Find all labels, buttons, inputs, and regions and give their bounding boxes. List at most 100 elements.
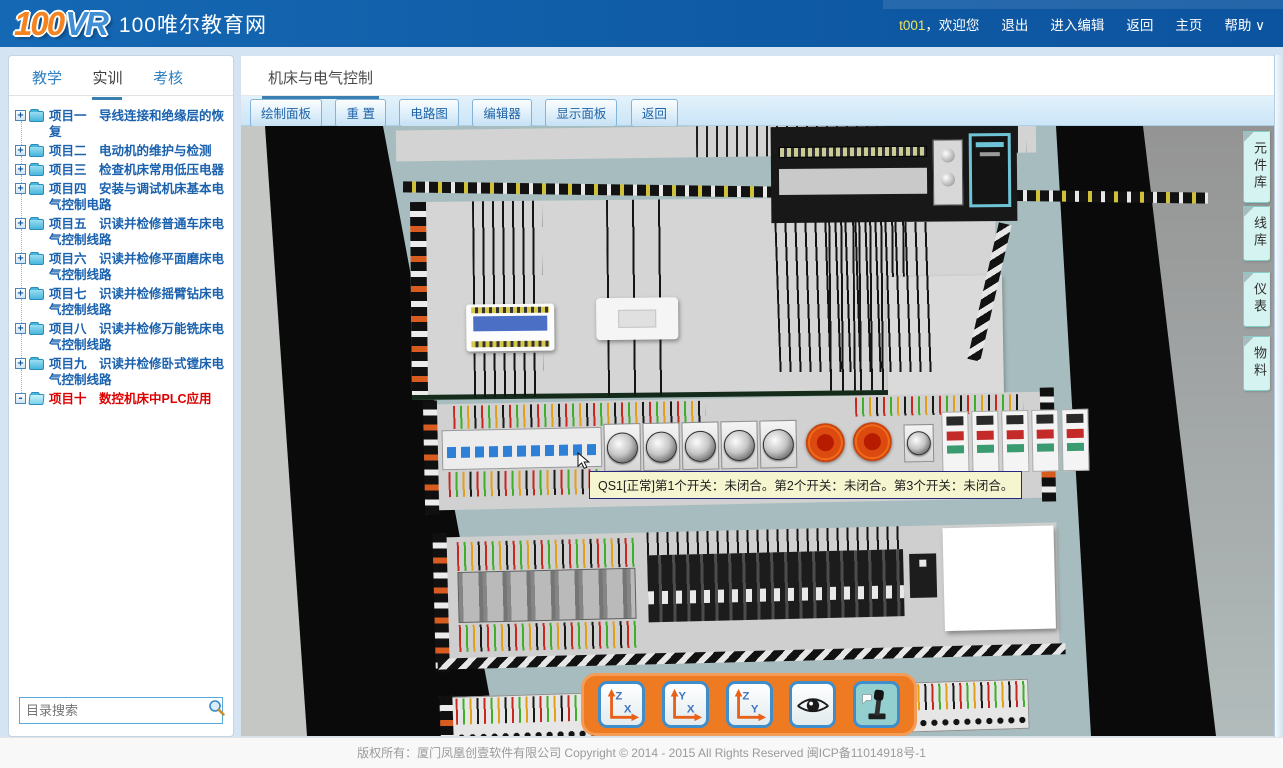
expand-icon[interactable]: + [15, 288, 26, 299]
3d-viewport[interactable]: QS1[正常]第1个开关：未闭合。第2个开关：未闭合。第3个开关：未闭合。 [241, 126, 1282, 736]
control-knob[interactable] [642, 422, 680, 471]
expand-icon[interactable]: + [15, 218, 26, 229]
expand-icon[interactable]: + [15, 358, 26, 369]
view-eye-button[interactable] [789, 681, 836, 728]
side-tab-wire-library[interactable]: 线库 [1243, 206, 1270, 261]
scrollbar[interactable] [1274, 55, 1283, 737]
sidebar-panel: 教学 实训 考核 +项目一 导线连接和绝缘层的恢复 +项目二 电动机的维护与检测… [8, 55, 234, 737]
control-knob[interactable] [681, 421, 719, 470]
reset-button[interactable]: 重 置 [335, 99, 385, 127]
tree-item-project-2[interactable]: +项目二 电动机的维护与检测 [15, 143, 229, 159]
nav-enter-edit[interactable]: 进入编辑 [1050, 14, 1104, 34]
plc-module[interactable] [771, 126, 1018, 223]
show-panel-button[interactable]: 显示面板 [545, 99, 617, 127]
back-button[interactable]: 返回 [631, 99, 678, 127]
top-navigation: t001，欢迎您 退出 进入编辑 返回 主页 帮助 ∨ [899, 0, 1265, 47]
axis-yx-icon: Y X [666, 686, 704, 724]
tree-item-project-5[interactable]: +项目五 识读并检修普通车床电气控制线路 [15, 216, 229, 248]
expand-icon[interactable]: + [15, 110, 26, 121]
svg-text:Y: Y [751, 703, 759, 715]
open-folder-icon [28, 394, 44, 405]
view-tool-button[interactable] [853, 681, 900, 728]
relay-bank-gray[interactable] [457, 568, 636, 623]
editor-button[interactable]: 编辑器 [472, 99, 532, 127]
content-toolbar: 绘制面板 重 置 电路图 编辑器 显示面板 返回 [241, 96, 1282, 126]
search-input[interactable] [20, 703, 208, 718]
svg-text:X: X [687, 703, 695, 715]
search-icon[interactable] [208, 699, 230, 722]
view-axis-yx-button[interactable]: Y X [662, 681, 709, 728]
view-toolbar: Z X Y X Z Y [581, 673, 917, 736]
eye-icon [794, 686, 832, 724]
expand-icon[interactable]: + [15, 323, 26, 334]
tree-item-project-4[interactable]: +项目四 安装与调试机床基本电气控制电路 [15, 181, 229, 213]
content-tab-title[interactable]: 机床与电气控制 [262, 56, 379, 99]
relay-bank-dark[interactable] [647, 549, 905, 622]
control-knob[interactable] [720, 421, 758, 470]
header-bar: 100VR 100唯尔教育网 t001，欢迎您 退出 进入编辑 返回 主页 帮助… [0, 0, 1283, 47]
electrical-panel-relays [435, 522, 1060, 663]
plc-power-supply [933, 139, 964, 205]
welcome-text: ，欢迎您 [925, 18, 979, 33]
mouse-cursor [575, 452, 593, 475]
contactor-component[interactable] [596, 297, 678, 340]
emergency-stop-button[interactable] [852, 422, 892, 462]
nav-help[interactable]: 帮助 ∨ [1224, 14, 1265, 34]
folder-icon [29, 165, 44, 176]
tree-item-project-3[interactable]: +项目三 检查机床常用低压电器 [15, 162, 229, 178]
side-tab-materials[interactable]: 物料 [1243, 336, 1270, 391]
control-knob[interactable] [603, 423, 641, 472]
folder-icon [29, 289, 44, 300]
tab-assessment[interactable]: 考核 [153, 67, 183, 97]
tree-item-project-1[interactable]: +项目一 导线连接和绝缘层的恢复 [15, 108, 229, 140]
plc-drive-unit [969, 133, 1012, 207]
expand-icon[interactable]: + [15, 145, 26, 156]
catalog-search-box [19, 697, 223, 724]
svg-text:Y: Y [679, 690, 687, 702]
relay-module[interactable] [1031, 409, 1059, 472]
hazard-edge-left [410, 202, 428, 395]
side-tab-component-library[interactable]: 元件库 [1243, 131, 1270, 203]
view-axis-zx-button[interactable]: Z X [598, 681, 645, 728]
expand-icon[interactable]: + [15, 183, 26, 194]
nav-logout[interactable]: 退出 [1001, 14, 1028, 34]
relay-module[interactable] [1001, 410, 1029, 473]
draw-panel-button[interactable]: 绘制面板 [250, 99, 322, 127]
tree-item-project-10[interactable]: -项目十 数控机床中PLC应用 [15, 391, 229, 407]
footer: 版权所有：厦门凤凰创壹软件有限公司 Copyright © 2014 - 201… [0, 737, 1283, 768]
relay-module[interactable] [941, 411, 969, 474]
axis-zx-icon: Z X [603, 686, 641, 724]
emergency-stop-button[interactable] [805, 423, 845, 463]
view-axis-zy-button[interactable]: Z Y [726, 681, 773, 728]
expand-icon[interactable]: + [15, 164, 26, 175]
folder-icon [29, 359, 44, 370]
user-id: t001 [899, 18, 925, 33]
circuit-diagram-button[interactable]: 电路图 [399, 99, 459, 127]
collapse-icon[interactable]: - [15, 393, 26, 404]
side-tab-instruments[interactable]: 仪表 [1243, 272, 1270, 327]
svg-text:Z: Z [615, 690, 622, 702]
small-control-knob[interactable] [903, 424, 934, 463]
tree-item-project-8[interactable]: +项目八 识读并检修万能铣床电气控制线路 [15, 321, 229, 353]
nav-home[interactable]: 主页 [1175, 14, 1202, 34]
tree-item-project-9[interactable]: +项目九 识读并检修卧式镗床电气控制线路 [15, 356, 229, 388]
folder-icon [29, 324, 44, 335]
tree-item-project-6[interactable]: +项目六 识读并检修平面磨床电气控制线路 [15, 251, 229, 283]
expand-icon[interactable]: + [15, 253, 26, 264]
junction-box [909, 553, 937, 598]
nav-back[interactable]: 返回 [1126, 14, 1153, 34]
relay-module[interactable] [1061, 409, 1089, 472]
relay-module[interactable] [971, 411, 999, 474]
paper-label [942, 525, 1055, 631]
logo-100: 100 [14, 5, 63, 42]
tab-training[interactable]: 实训 [92, 67, 122, 100]
svg-text:Z: Z [742, 690, 749, 702]
plc-terminal-bar [779, 168, 927, 195]
tree-item-project-7[interactable]: +项目七 识读并检修摇臂钻床电气控制线路 [15, 286, 229, 318]
control-knob[interactable] [759, 420, 797, 469]
tab-teaching[interactable]: 教学 [32, 67, 62, 97]
switch-status-tooltip: QS1[正常]第1个开关：未闭合。第2个开关：未闭合。第3个开关：未闭合。 [589, 471, 1022, 499]
terminal-component[interactable] [466, 304, 554, 352]
plc-wire-bundle [774, 222, 937, 372]
sidebar-tabs: 教学 实训 考核 [9, 56, 233, 96]
